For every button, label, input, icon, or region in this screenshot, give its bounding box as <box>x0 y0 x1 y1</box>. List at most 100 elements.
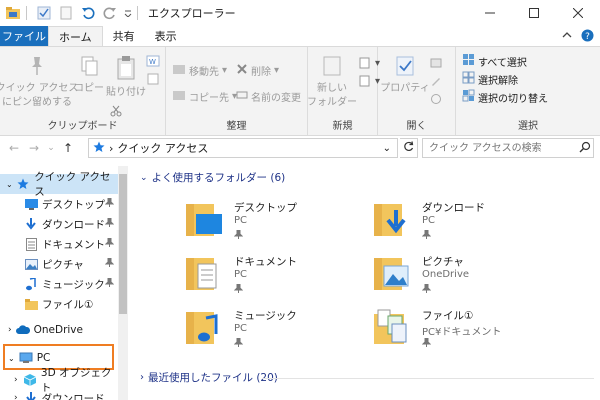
music-folder-icon <box>186 312 218 344</box>
invert-selection-label: 選択の切り替え <box>478 93 548 105</box>
tab-share[interactable]: 共有 <box>103 26 145 46</box>
properties-check-icon[interactable] <box>35 4 53 22</box>
new-folder-button[interactable]: 新しい フォルダー <box>307 55 357 109</box>
search-input[interactable] <box>429 140 579 156</box>
nav-scroll-thumb[interactable] <box>119 174 127 314</box>
search-box <box>422 138 594 158</box>
folder-tile-pictures[interactable]: ピクチャ OneDrive <box>370 252 570 302</box>
nav-scrollbar[interactable] <box>118 166 128 400</box>
onedrive-cloud-icon <box>15 323 30 337</box>
expand-chevron-icon[interactable]: ⌄ <box>6 180 13 189</box>
folder-tile-documents[interactable]: ドキュメント PC <box>182 252 382 302</box>
back-arrow-icon[interactable]: ← <box>4 138 24 158</box>
nav-item-documents[interactable]: ドキュメント <box>0 234 118 254</box>
rename-button[interactable]: 名前の変更 <box>236 89 301 104</box>
nav-onedrive[interactable]: › OneDrive <box>0 320 118 340</box>
pin-icon <box>104 197 115 210</box>
easy-access-icon[interactable]: ▾ <box>358 75 380 87</box>
title-bar: エクスプローラー <box>0 0 600 26</box>
new-item-icon[interactable]: ▾ <box>358 57 380 69</box>
recent-locations-chevron-icon[interactable]: ⌄ <box>44 138 58 158</box>
minimize-icon[interactable] <box>468 0 512 26</box>
new-group: 新しい フォルダー ▾ ▾ 新規 <box>307 47 380 135</box>
breadcrumb-chevron-icon[interactable]: › <box>109 142 113 155</box>
copy-to-button[interactable]: コピー先 ▾ <box>172 89 237 104</box>
properties-label: プロパティ <box>380 83 430 94</box>
move-to-button[interactable]: 移動先 ▾ <box>172 63 227 78</box>
nav-item-music[interactable]: ミュージック <box>0 274 118 294</box>
frequent-folders-header[interactable]: ⌄ よく使用するフォルダー (6) <box>140 170 285 185</box>
invert-selection-button[interactable]: 選択の切り替え <box>462 89 548 105</box>
copy-to-label: コピー先 <box>189 93 229 104</box>
paste-shortcut-icon[interactable] <box>146 73 160 85</box>
undo-icon[interactable] <box>79 4 97 22</box>
properties-check-icon <box>394 55 416 81</box>
history-icon[interactable] <box>430 93 442 105</box>
cut-scissors-icon[interactable] <box>110 105 122 117</box>
edit-icon[interactable] <box>430 75 442 87</box>
properties-button[interactable]: プロパティ <box>380 55 430 95</box>
new-folder-icon <box>321 55 343 81</box>
expand-chevron-icon[interactable]: › <box>8 325 12 335</box>
folder-app-icon[interactable] <box>4 4 22 22</box>
open-group: プロパティ 開く <box>378 47 456 135</box>
window-controls <box>468 0 600 26</box>
folder-tile-downloads[interactable]: ダウンロード PC <box>370 198 570 248</box>
select-none-button[interactable]: 選択解除 <box>462 71 518 87</box>
collapse-chevron-icon[interactable]: ⌄ <box>140 173 148 183</box>
delete-x-icon <box>236 63 248 78</box>
folder-name: ミュージック <box>234 310 297 322</box>
select-group-label: 選択 <box>518 121 538 132</box>
address-bar[interactable]: › クイック アクセス ⌄ <box>88 138 398 158</box>
search-icon[interactable] <box>579 141 591 156</box>
folder-tile-file1[interactable]: ファイル① PC¥ドキュメント <box>370 306 570 356</box>
open-icon[interactable] <box>430 57 442 69</box>
expand-chevron-icon[interactable]: › <box>140 372 144 383</box>
breadcrumb[interactable]: クイック アクセス <box>117 140 208 156</box>
customize-qa-chevron-icon[interactable] <box>123 4 133 22</box>
close-icon[interactable] <box>556 0 600 26</box>
help-icon[interactable]: ? <box>581 29 594 45</box>
select-all-button[interactable]: すべて選択 <box>462 53 527 69</box>
folder-icon <box>24 297 38 311</box>
nav-3d-objects[interactable]: › 3D オブジェクト <box>0 367 118 394</box>
pin-icon <box>104 217 115 230</box>
select-none-label: 選択解除 <box>478 75 518 87</box>
folder-tile-music[interactable]: ミュージック PC <box>182 306 382 356</box>
address-dropdown-chevron-icon[interactable]: ⌄ <box>383 143 391 154</box>
folder-location: PC <box>234 323 248 334</box>
nav-onedrive-label: OneDrive <box>33 324 83 336</box>
redo-icon[interactable] <box>101 4 119 22</box>
new-folder-icon[interactable] <box>57 4 75 22</box>
nav-item-file1[interactable]: ファイル① <box>0 294 118 314</box>
recent-files-header[interactable]: › 最近使用したファイル (20) <box>140 370 278 385</box>
collapse-ribbon-chevron-icon[interactable] <box>561 29 573 45</box>
ribbon-body: クイック アクセス にピン留めする コピー 貼り付け W クリップボード 移動先… <box>0 46 600 136</box>
folder-tile-desktop[interactable]: デスクトップ PC <box>182 198 382 248</box>
up-arrow-icon[interactable]: ↑ <box>58 138 78 158</box>
pin-icon <box>104 257 115 270</box>
tab-file[interactable]: ファイル <box>0 26 48 46</box>
refresh-button[interactable] <box>400 138 418 158</box>
nav-item-desktop[interactable]: デスクトップ <box>0 194 118 214</box>
pin-icon <box>233 283 244 296</box>
tab-view[interactable]: 表示 <box>145 26 187 46</box>
qa-separator <box>26 6 27 20</box>
paste-button[interactable]: 貼り付け <box>106 55 146 99</box>
copy-button[interactable]: コピー <box>74 55 104 95</box>
nav-item-pictures[interactable]: ピクチャ <box>0 254 118 274</box>
forward-arrow-icon[interactable]: → <box>24 138 44 158</box>
delete-button[interactable]: 削除 ▾ <box>236 63 279 78</box>
expand-chevron-icon[interactable]: › <box>14 393 18 400</box>
expand-chevron-icon[interactable]: › <box>14 375 18 385</box>
maximize-icon[interactable] <box>512 0 556 26</box>
pin-quick-access-button[interactable]: クイック アクセス にピン留めする <box>0 55 78 109</box>
folder-name: ファイル① <box>422 310 474 322</box>
nav-downloads-2[interactable]: › ダウンロード <box>0 388 118 400</box>
copy-path-icon[interactable]: W <box>146 55 160 67</box>
nav-item-downloads[interactable]: ダウンロード <box>0 214 118 234</box>
paste-label: 貼り付け <box>106 87 146 98</box>
nav-quick-access[interactable]: ⌄ クイック アクセス <box>0 171 118 198</box>
tab-home[interactable]: ホーム <box>48 26 103 46</box>
pictures-folder-icon <box>374 258 409 290</box>
